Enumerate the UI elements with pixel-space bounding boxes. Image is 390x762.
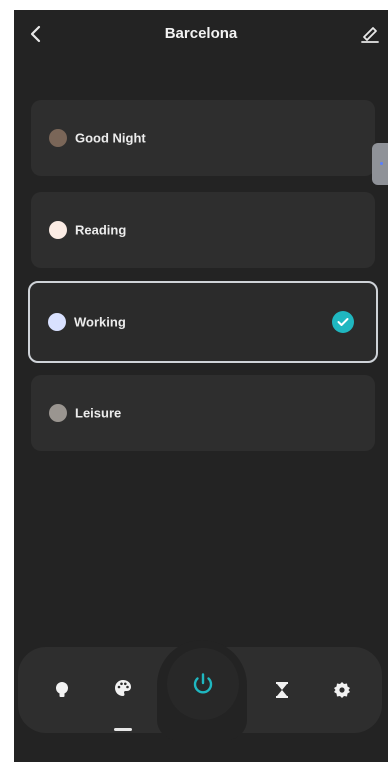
scene-card-working[interactable]: Working (28, 281, 378, 363)
header: Barcelona (14, 10, 388, 62)
edit-button[interactable] (356, 20, 384, 48)
scene-color-dot (49, 404, 67, 422)
nav-palette[interactable] (108, 673, 138, 703)
scene-label: Working (74, 314, 126, 330)
nav-timer[interactable] (267, 675, 297, 705)
app-screen: Barcelona Good Night Reading Working Lei… (14, 10, 388, 762)
active-tab-indicator (114, 728, 132, 731)
page-title: Barcelona (164, 25, 238, 42)
pencil-icon (361, 27, 379, 43)
scene-label: Good Night (75, 130, 146, 146)
scene-card-reading[interactable]: Reading (31, 192, 375, 268)
scene-card-leisure[interactable]: Leisure (31, 375, 375, 451)
side-drawer-handle[interactable] (372, 143, 388, 185)
scene-card-good-night[interactable]: Good Night (31, 100, 375, 176)
power-button[interactable] (167, 648, 239, 720)
checkmark-icon (332, 311, 354, 333)
scene-color-dot (48, 313, 66, 331)
handle-dot (380, 162, 383, 165)
nav-bulb[interactable] (47, 675, 77, 705)
scene-label: Leisure (75, 405, 122, 421)
scene-color-dot (49, 129, 67, 147)
bulb-icon (56, 682, 68, 697)
palette-icon (115, 680, 131, 696)
gear-icon (334, 682, 350, 698)
hourglass-icon (276, 682, 288, 698)
scene-label: Reading (75, 222, 127, 238)
nav-settings[interactable] (327, 675, 357, 705)
scene-color-dot (49, 221, 67, 239)
power-icon (193, 673, 213, 694)
